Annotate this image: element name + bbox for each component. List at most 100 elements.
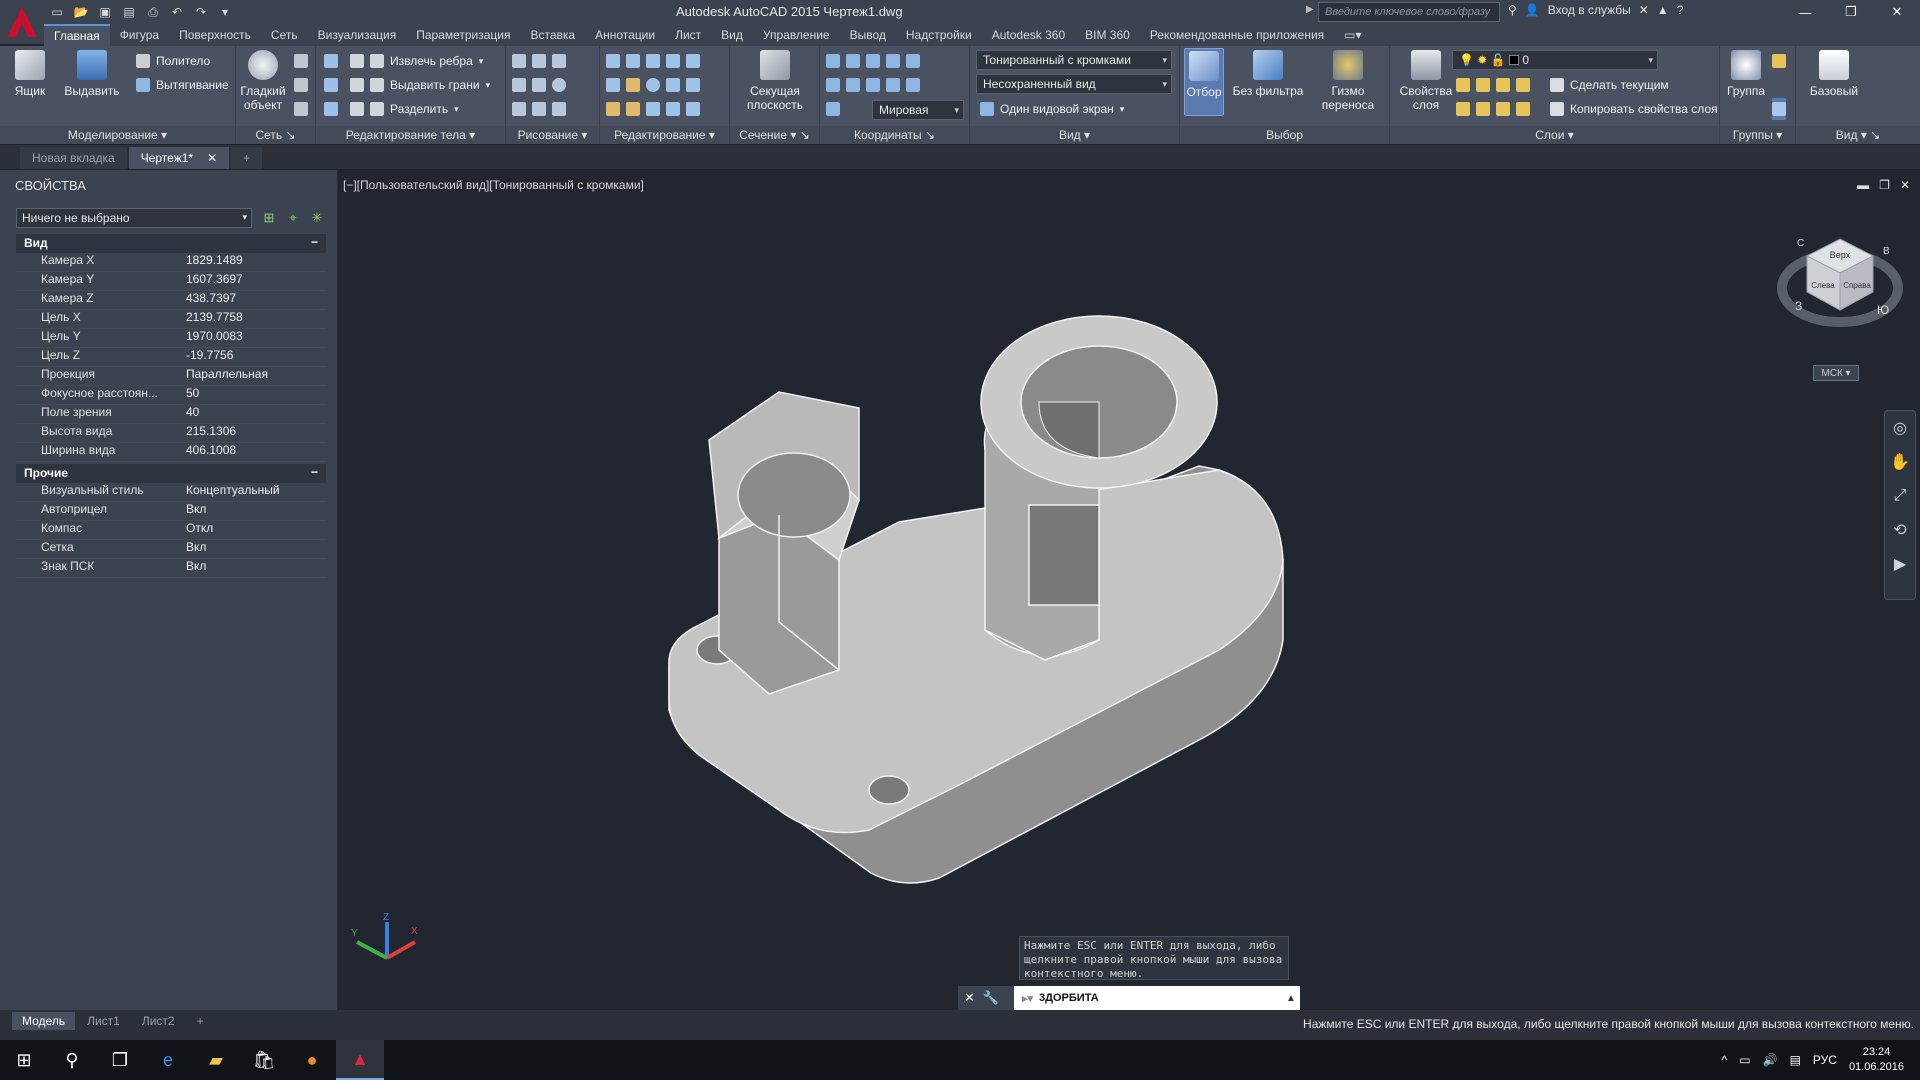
layer-properties-button[interactable]: Свойства слоя	[1396, 50, 1456, 112]
stretch-icon[interactable]	[686, 78, 700, 92]
exchange-icon[interactable]: ✕	[1639, 3, 1649, 17]
presspull-button[interactable]: Вытягивание	[136, 74, 229, 96]
ucs-origin-icon[interactable]	[826, 78, 840, 92]
property-row[interactable]: Компас Откл	[16, 521, 326, 540]
vp-minimize-icon[interactable]: ▬	[1857, 178, 1869, 192]
volume-icon[interactable]: 🔊	[1763, 1053, 1778, 1067]
tab-bim360[interactable]: BIM 360	[1075, 24, 1140, 46]
ucs-icon[interactable]	[826, 54, 840, 68]
tab-surface[interactable]: Поверхность	[169, 24, 261, 46]
vp-close-icon[interactable]: ✕	[1900, 178, 1910, 192]
help-icon[interactable]: ?	[1677, 3, 1684, 17]
property-row[interactable]: Автоприцел Вкл	[16, 502, 326, 521]
task-view-icon[interactable]: ❐	[96, 1040, 144, 1080]
print-icon[interactable]: ⎙	[144, 4, 162, 20]
ucs-x-icon[interactable]	[886, 54, 900, 68]
command-input[interactable]: ▸▾ 3ДОРБИТА	[1014, 992, 1282, 1005]
ucs-z-icon[interactable]	[866, 78, 880, 92]
section-plane-button[interactable]: Секущая плоскость	[744, 50, 806, 112]
viewport-config-button[interactable]: Один видовой экран ▾	[980, 98, 1124, 120]
tab-sheet1[interactable]: Лист1	[77, 1012, 130, 1030]
intersect-button[interactable]	[324, 98, 338, 120]
tab-output[interactable]: Вывод	[840, 24, 896, 46]
3d-model[interactable]	[339, 170, 1920, 1010]
ucs-face-icon[interactable]	[826, 102, 840, 116]
ellipse-icon[interactable]	[552, 102, 566, 116]
group-modify-label[interactable]: Редактирование ▾	[600, 126, 729, 144]
fillet-icon[interactable]	[606, 54, 620, 68]
property-row[interactable]: Цель Z -19.7756	[16, 348, 326, 367]
saved-view-select[interactable]: Несохраненный вид ▾	[976, 74, 1172, 94]
layer-isolate-icon[interactable]	[1476, 78, 1490, 92]
tab-home[interactable]: Главная	[44, 24, 110, 46]
union-button[interactable]	[324, 50, 338, 72]
collapse-icon[interactable]: −	[311, 235, 318, 249]
polygon-icon[interactable]	[512, 102, 526, 116]
group-view-2-label[interactable]: Вид ▾ ↘	[1796, 126, 1920, 144]
arc-icon[interactable]	[552, 54, 566, 68]
add-layout-icon[interactable]: +	[187, 1012, 214, 1030]
gizmo-icon[interactable]	[626, 54, 640, 68]
quick-select-icon[interactable]: ✳	[308, 209, 326, 227]
section-misc[interactable]: Прочие −	[16, 464, 326, 483]
array-icon[interactable]	[626, 102, 640, 116]
region-icon[interactable]	[532, 102, 546, 116]
start-icon[interactable]: ⊞	[0, 1040, 48, 1080]
showmotion-icon[interactable]: ▶	[1885, 547, 1915, 581]
drawing-viewport[interactable]: [−][Пользовательский вид][Тонированный с…	[339, 170, 1920, 1010]
tray-expand-icon[interactable]: ^	[1722, 1053, 1728, 1067]
cmd-close-icon[interactable]: ✕	[964, 990, 975, 1006]
property-row[interactable]: Фокусное расстоян... 50	[16, 386, 326, 405]
grid-array-icon[interactable]	[686, 102, 700, 116]
ungroup-button[interactable]	[1772, 50, 1786, 72]
new-file-icon[interactable]: ▭	[48, 4, 66, 20]
property-row[interactable]: Проекция Параллельная	[16, 367, 326, 386]
property-row[interactable]: Визуальный стиль Концептуальный	[16, 483, 326, 502]
save-icon[interactable]: ▣	[96, 4, 114, 20]
group-solid-editing-label[interactable]: Редактирование тела ▾	[316, 126, 505, 144]
select-objects-icon[interactable]: ⌖	[284, 209, 302, 227]
viewcube[interactable]: Верх Слева Справа З Ю С В	[1775, 224, 1905, 349]
cmd-customize-icon[interactable]: 🔧	[983, 990, 999, 1006]
layer-thaw-icon[interactable]	[1496, 102, 1510, 116]
extract-edges-button[interactable]: Извлечь ребра ▾	[350, 50, 483, 72]
qat-dropdown-icon[interactable]: ▾	[216, 4, 234, 20]
extrude-faces-button[interactable]: Выдавить грани ▾	[350, 74, 490, 96]
tab-mesh[interactable]: Сеть	[261, 24, 308, 46]
pan-hand-icon[interactable]: ✋	[1885, 445, 1915, 479]
mesh-tool-2[interactable]	[294, 74, 308, 96]
vp-restore-icon[interactable]: ❐	[1879, 178, 1890, 192]
selection-select[interactable]: Ничего не выбрано ▾	[16, 208, 252, 228]
culling-button[interactable]: Отбор	[1184, 48, 1224, 116]
property-row[interactable]: Цель X 2139.7758	[16, 310, 326, 329]
steering-wheel-icon[interactable]: ◎	[1885, 411, 1915, 445]
mesh-tool-1[interactable]	[294, 50, 308, 72]
layer-lock-icon[interactable]	[1516, 78, 1530, 92]
signin-link[interactable]: Вход в службы	[1548, 3, 1631, 17]
property-row[interactable]: Ширина вида 406.1008	[16, 443, 326, 462]
group-view-label[interactable]: Вид ▾	[970, 126, 1179, 144]
group-section-label[interactable]: Сечение ▾ ↘	[730, 126, 819, 144]
close-button[interactable]: ✕	[1874, 0, 1920, 24]
trim-icon[interactable]	[686, 54, 700, 68]
property-row[interactable]: Камера Z 438.7397	[16, 291, 326, 310]
scale-icon[interactable]	[666, 78, 680, 92]
restore-button[interactable]: ❐	[1828, 0, 1874, 24]
layer-unlock-icon[interactable]	[1516, 102, 1530, 116]
new-tab-button[interactable]: +	[231, 147, 263, 169]
file-tab-drawing1[interactable]: Чертеж1* ✕	[128, 147, 230, 169]
spline-icon[interactable]	[512, 78, 526, 92]
zoom-extents-icon[interactable]: ⤢	[1885, 479, 1915, 513]
tab-view[interactable]: Вид	[711, 24, 753, 46]
orbit-icon[interactable]: ⟲	[1885, 513, 1915, 547]
mirror-icon[interactable]	[626, 78, 640, 92]
smooth-object-button[interactable]: Гладкий объект	[240, 50, 286, 112]
viewport-controls-label[interactable]: [−][Пользовательский вид][Тонированный с…	[343, 178, 644, 192]
property-row[interactable]: Сетка Вкл	[16, 540, 326, 559]
minimize-button[interactable]: —	[1782, 0, 1828, 24]
ucs-world-select[interactable]: Мировая ▾	[872, 100, 964, 120]
tab-parametric[interactable]: Параметризация	[406, 24, 520, 46]
move-icon[interactable]	[646, 54, 660, 68]
separate-button[interactable]: Разделить ▾	[350, 98, 459, 120]
property-row[interactable]: Поле зрения 40	[16, 405, 326, 424]
